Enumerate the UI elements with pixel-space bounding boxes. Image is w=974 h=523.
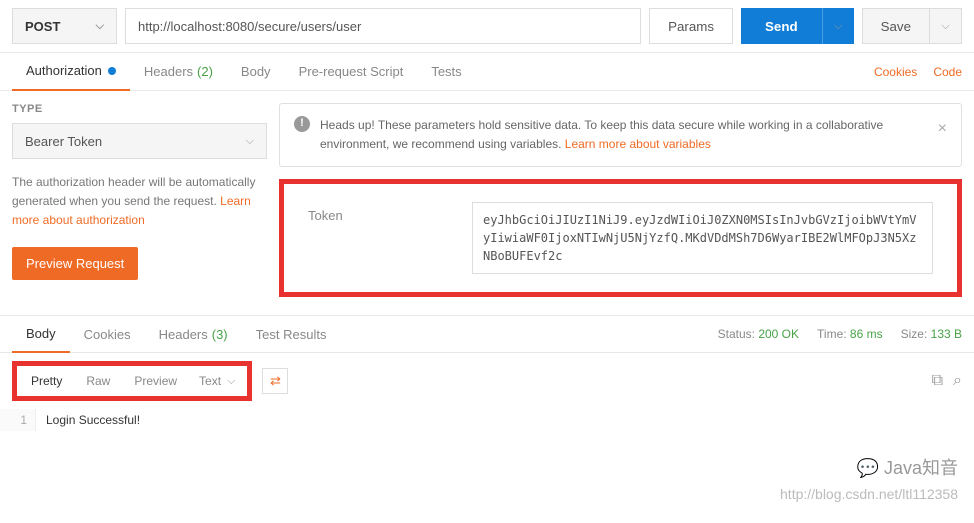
search-icon[interactable]: ⌕ [953,372,962,390]
chevron-down-icon: ⌵ [246,135,254,148]
response-meta: Status: 200 OK Time: 86 ms Size: 133 B [718,327,962,341]
http-method-label: POST [25,19,60,34]
response-tab-tests[interactable]: Test Results [242,315,341,353]
response-body: 1 Login Successful! [0,409,974,431]
copy-icon[interactable]: ⧉ [932,372,943,390]
code-link[interactable]: Code [933,65,962,79]
content-type-select[interactable]: Text ⌵ [189,368,245,394]
chevron-down-icon: ⌵ [96,20,104,33]
cookies-link[interactable]: Cookies [874,65,917,79]
format-pretty[interactable]: Pretty [19,368,74,394]
info-icon: ! [294,116,310,132]
time-value: 86 ms [850,327,883,341]
http-method-select[interactable]: POST ⌵ [12,8,117,44]
size-value: 133 B [931,327,962,341]
tab-label: Headers [159,327,208,342]
wechat-icon: 💬 [857,458,879,478]
auth-type-value: Bearer Token [25,134,102,149]
wrap-lines-icon[interactable]: ⇄ [262,368,288,394]
tab-label: Headers [144,64,193,79]
params-button[interactable]: Params [649,8,733,44]
auth-description: The authorization header will be automat… [12,173,267,231]
tab-count: (2) [197,64,213,79]
chevron-down-icon: ⌵ [227,375,235,388]
send-button[interactable]: Send [741,8,822,44]
format-raw[interactable]: Raw [74,368,122,394]
tab-body[interactable]: Body [227,53,285,91]
watermark: 💬 Java知音 http://blog.csdn.net/ltl112358 [780,454,958,505]
url-input[interactable] [125,8,641,44]
response-tab-body[interactable]: Body [12,315,70,353]
format-preview[interactable]: Preview [122,368,189,394]
token-label: Token [308,202,448,223]
send-dropdown[interactable]: ⌵ [822,8,854,44]
tab-count: (3) [212,327,228,342]
save-button[interactable]: Save [862,8,930,44]
tab-authorization[interactable]: Authorization [12,53,130,91]
token-section: Token eyJhbGciOiJIUzI1NiJ9.eyJzdWIiOiJ0Z… [279,179,962,297]
preview-request-button[interactable]: Preview Request [12,247,138,280]
response-tab-headers[interactable]: Headers (3) [145,315,242,353]
status-value: 200 OK [758,327,799,341]
tab-tests[interactable]: Tests [417,53,475,91]
tab-label: Authorization [26,63,102,78]
response-content[interactable]: Login Successful! [36,409,974,431]
close-icon[interactable]: × [938,116,947,154]
format-selector: Pretty Raw Preview Text ⌵ [12,361,252,401]
modified-dot-icon [108,67,116,75]
line-number: 1 [0,409,36,431]
chevron-down-icon: ⌵ [834,20,842,33]
auth-type-select[interactable]: Bearer Token ⌵ [12,123,267,159]
sensitive-data-alert: ! Heads up! These parameters hold sensit… [279,103,962,167]
save-dropdown[interactable]: ⌵ [930,8,962,44]
response-tab-cookies[interactable]: Cookies [70,315,145,353]
tab-prerequest[interactable]: Pre-request Script [285,53,418,91]
token-input[interactable]: eyJhbGciOiJIUzI1NiJ9.eyJzdWIiOiJ0ZXN0MSI… [472,202,933,274]
chevron-down-icon: ⌵ [941,20,949,33]
tab-headers[interactable]: Headers (2) [130,53,227,91]
type-heading: TYPE [12,103,267,115]
learn-variables-link[interactable]: Learn more about variables [565,137,711,151]
